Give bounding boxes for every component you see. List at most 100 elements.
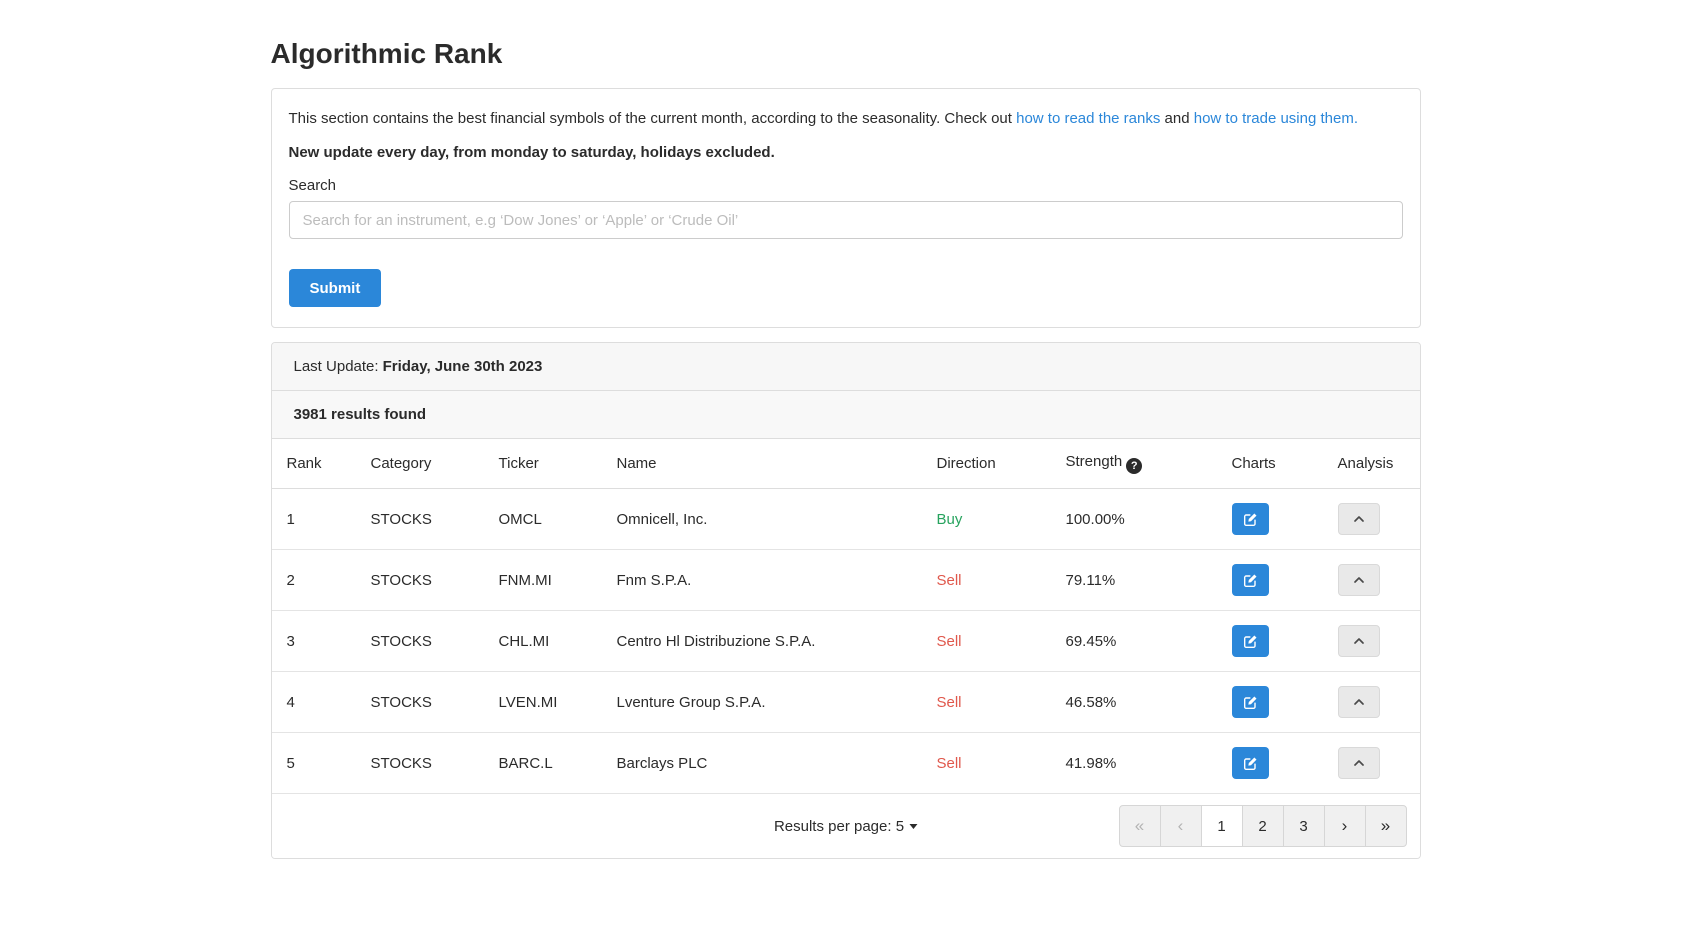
charts-cell bbox=[1218, 550, 1324, 611]
analysis-cell bbox=[1324, 733, 1420, 794]
results-table: Rank Category Ticker Name Direction Stre… bbox=[272, 439, 1420, 794]
ticker-cell: BARC.L bbox=[485, 733, 603, 794]
intro-description: This section contains the best financial… bbox=[289, 109, 1403, 129]
chart-button[interactable] bbox=[1232, 686, 1269, 718]
edit-chart-icon bbox=[1243, 573, 1258, 588]
how-to-trade-link[interactable]: how to trade using them. bbox=[1194, 110, 1358, 127]
column-header-charts: Charts bbox=[1218, 439, 1324, 489]
main-container: Algorithmic Rank This section contains t… bbox=[271, 0, 1421, 859]
column-header-ticker: Ticker bbox=[485, 439, 603, 489]
rank-cell: 1 bbox=[272, 489, 357, 550]
name-cell: Lventure Group S.P.A. bbox=[603, 672, 923, 733]
charts-cell bbox=[1218, 611, 1324, 672]
results-card: Last Update:Friday, June 30th 2023 3981 … bbox=[271, 342, 1421, 859]
column-header-name: Name bbox=[603, 439, 923, 489]
pagination-page-button-2[interactable]: 2 bbox=[1242, 805, 1284, 847]
analysis-toggle-button[interactable] bbox=[1338, 625, 1380, 657]
strength-cell: 69.45% bbox=[1052, 611, 1218, 672]
last-update-date: Friday, June 30th 2023 bbox=[383, 358, 543, 375]
chevron-up-icon bbox=[1352, 634, 1366, 648]
strength-help-icon[interactable]: ? bbox=[1126, 458, 1142, 474]
strength-cell: 100.00% bbox=[1052, 489, 1218, 550]
column-header-category: Category bbox=[357, 439, 485, 489]
strength-cell: 79.11% bbox=[1052, 550, 1218, 611]
pagination-last-button[interactable]: » bbox=[1365, 805, 1407, 847]
chevron-up-icon bbox=[1352, 573, 1366, 587]
edit-chart-icon bbox=[1243, 756, 1258, 771]
analysis-toggle-button[interactable] bbox=[1338, 747, 1380, 779]
analysis-toggle-button[interactable] bbox=[1338, 564, 1380, 596]
rank-cell: 3 bbox=[272, 611, 357, 672]
category-cell: STOCKS bbox=[357, 733, 485, 794]
search-label: Search bbox=[289, 177, 1403, 194]
ticker-cell: CHL.MI bbox=[485, 611, 603, 672]
ticker-cell: OMCL bbox=[485, 489, 603, 550]
submit-button[interactable]: Submit bbox=[289, 269, 382, 307]
analysis-cell bbox=[1324, 672, 1420, 733]
category-cell: STOCKS bbox=[357, 550, 485, 611]
table-row: 5 STOCKS BARC.L Barclays PLC Sell 41.98% bbox=[272, 733, 1420, 794]
direction-cell: Sell bbox=[923, 611, 1052, 672]
column-header-rank: Rank bbox=[272, 439, 357, 489]
chart-button[interactable] bbox=[1232, 503, 1269, 535]
direction-cell: Sell bbox=[923, 550, 1052, 611]
name-cell: Omnicell, Inc. bbox=[603, 489, 923, 550]
chart-button[interactable] bbox=[1232, 747, 1269, 779]
rank-cell: 5 bbox=[272, 733, 357, 794]
search-input[interactable] bbox=[289, 201, 1403, 239]
category-cell: STOCKS bbox=[357, 672, 485, 733]
column-header-analysis: Analysis bbox=[1324, 439, 1420, 489]
table-row: 4 STOCKS LVEN.MI Lventure Group S.P.A. S… bbox=[272, 672, 1420, 733]
table-row: 1 STOCKS OMCL Omnicell, Inc. Buy 100.00% bbox=[272, 489, 1420, 550]
strength-cell: 46.58% bbox=[1052, 672, 1218, 733]
chevron-up-icon bbox=[1352, 756, 1366, 770]
results-count: 3981 results found bbox=[272, 391, 1420, 439]
how-to-read-ranks-link[interactable]: how to read the ranks bbox=[1016, 110, 1160, 127]
pagination-prev-button[interactable]: ‹ bbox=[1160, 805, 1202, 847]
pagination-next-button[interactable]: › bbox=[1324, 805, 1366, 847]
table-footer: Results per page: 5 « ‹ 123› » bbox=[272, 794, 1420, 858]
intro-card: This section contains the best financial… bbox=[271, 88, 1421, 328]
edit-chart-icon bbox=[1243, 512, 1258, 527]
page-title: Algorithmic Rank bbox=[271, 38, 1421, 70]
rank-cell: 4 bbox=[272, 672, 357, 733]
pagination-page-button-1[interactable]: 1 bbox=[1201, 805, 1243, 847]
chart-button[interactable] bbox=[1232, 625, 1269, 657]
direction-cell: Sell bbox=[923, 733, 1052, 794]
analysis-toggle-button[interactable] bbox=[1338, 503, 1380, 535]
edit-chart-icon bbox=[1243, 634, 1258, 649]
name-cell: Fnm S.P.A. bbox=[603, 550, 923, 611]
name-cell: Centro Hl Distribuzione S.P.A. bbox=[603, 611, 923, 672]
ticker-cell: FNM.MI bbox=[485, 550, 603, 611]
direction-cell: Buy bbox=[923, 489, 1052, 550]
charts-cell bbox=[1218, 672, 1324, 733]
pagination: « ‹ 123› » bbox=[1119, 805, 1407, 847]
edit-chart-icon bbox=[1243, 695, 1258, 710]
intro-description-text: This section contains the best financial… bbox=[289, 110, 1012, 127]
analysis-cell bbox=[1324, 550, 1420, 611]
results-per-page-label: Results per page: 5 bbox=[774, 818, 904, 835]
column-header-direction: Direction bbox=[923, 439, 1052, 489]
last-update-label: Last Update: bbox=[294, 358, 379, 375]
strength-cell: 41.98% bbox=[1052, 733, 1218, 794]
chart-button[interactable] bbox=[1232, 564, 1269, 596]
results-table-body: 1 STOCKS OMCL Omnicell, Inc. Buy 100.00% bbox=[272, 489, 1420, 794]
intro-description-and: and bbox=[1165, 110, 1190, 127]
pagination-page-button-3[interactable]: 3 bbox=[1283, 805, 1325, 847]
column-header-strength-label: Strength bbox=[1066, 453, 1123, 470]
last-update-bar: Last Update:Friday, June 30th 2023 bbox=[272, 343, 1420, 391]
column-header-strength: Strength? bbox=[1052, 439, 1218, 489]
table-row: 3 STOCKS CHL.MI Centro Hl Distribuzione … bbox=[272, 611, 1420, 672]
chevron-up-icon bbox=[1352, 512, 1366, 526]
rank-cell: 2 bbox=[272, 550, 357, 611]
analysis-toggle-button[interactable] bbox=[1338, 686, 1380, 718]
caret-down-icon bbox=[909, 824, 917, 829]
pagination-first-button[interactable]: « bbox=[1119, 805, 1161, 847]
update-note: New update every day, from monday to sat… bbox=[289, 144, 1403, 161]
table-row: 2 STOCKS FNM.MI Fnm S.P.A. Sell 79.11% bbox=[272, 550, 1420, 611]
results-per-page-dropdown[interactable]: Results per page: 5 bbox=[774, 818, 917, 835]
ticker-cell: LVEN.MI bbox=[485, 672, 603, 733]
category-cell: STOCKS bbox=[357, 611, 485, 672]
analysis-cell bbox=[1324, 611, 1420, 672]
charts-cell bbox=[1218, 489, 1324, 550]
